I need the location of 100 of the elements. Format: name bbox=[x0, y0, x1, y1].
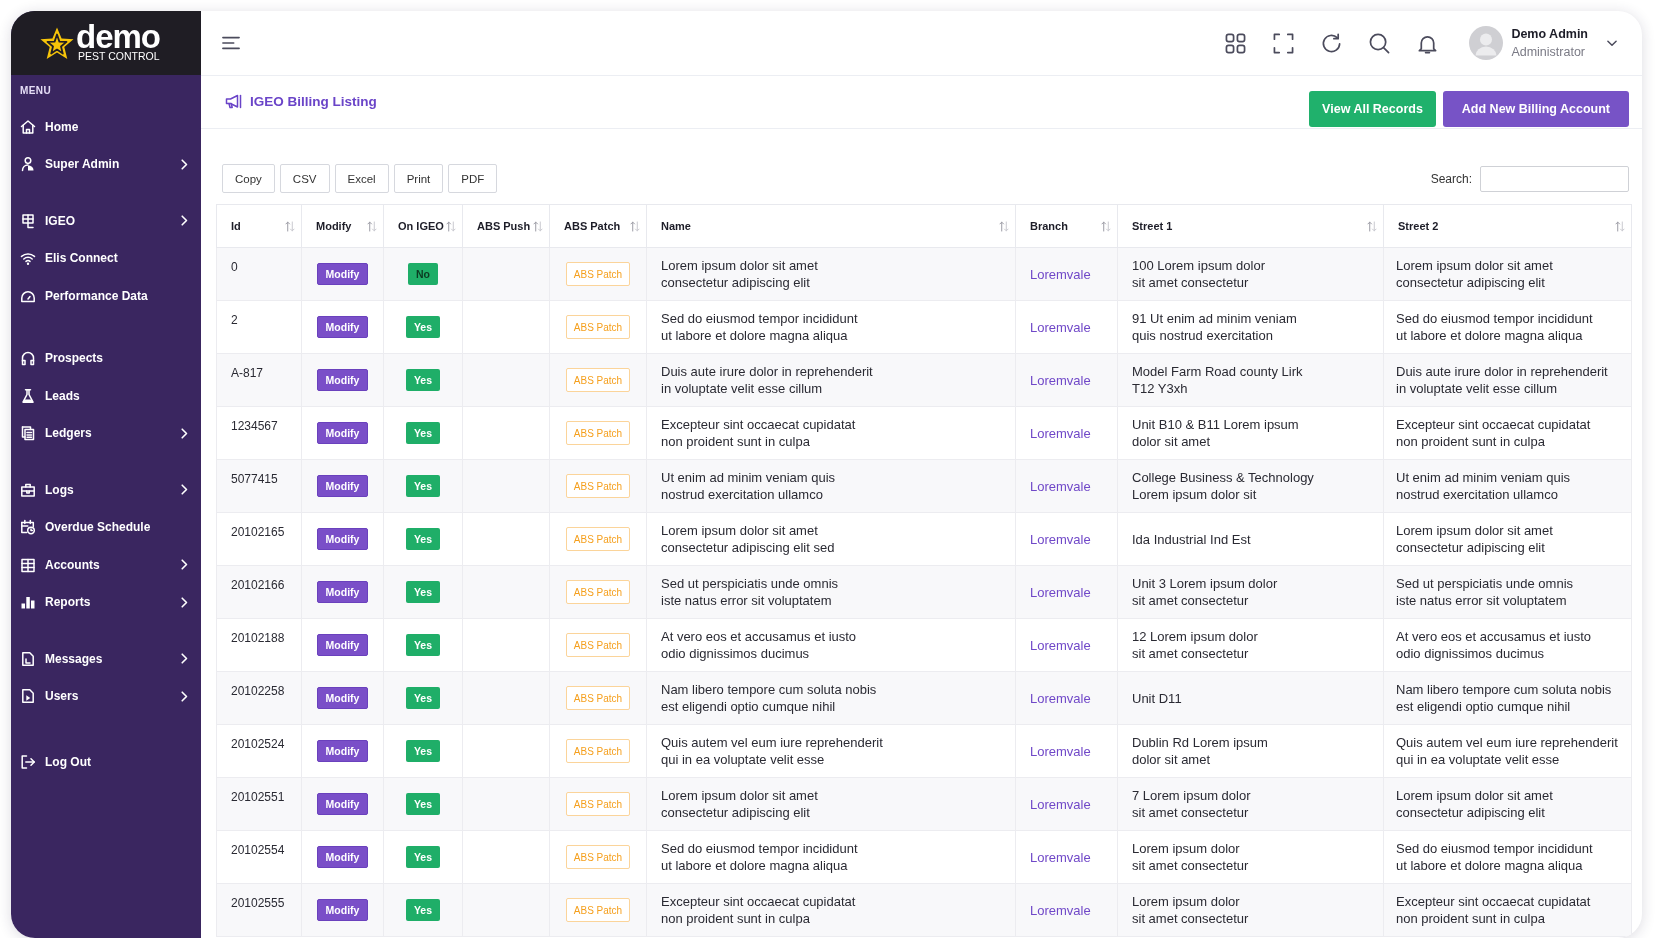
nav-item[interactable]: Elis Connect bbox=[11, 239, 201, 277]
export-button[interactable]: Copy bbox=[222, 164, 275, 193]
street-address: Model Farm Road county Lirk T12 Y3xh bbox=[1132, 363, 1303, 397]
nav-item[interactable]: IGEO bbox=[11, 202, 201, 240]
branch-link[interactable]: Loremvale bbox=[1030, 319, 1091, 335]
export-button[interactable]: PDF bbox=[448, 164, 498, 193]
sort-icon[interactable] bbox=[446, 220, 456, 232]
record-id: 20102258 bbox=[231, 684, 285, 699]
headphones-icon bbox=[20, 350, 36, 367]
chevron-right-icon bbox=[181, 158, 188, 170]
apps-grid-icon[interactable] bbox=[1225, 32, 1247, 54]
calendar-clock-icon bbox=[20, 519, 36, 536]
modify-button[interactable]: Modify bbox=[316, 263, 369, 285]
sort-icon[interactable] bbox=[630, 220, 640, 232]
export-button[interactable]: CSV bbox=[279, 164, 330, 193]
user-avatar[interactable] bbox=[1469, 26, 1504, 60]
street-address: Quis autem vel eum iure reprehenderit qui in ea voluptate velit esse bbox=[1396, 734, 1618, 768]
modify-button[interactable]: Modify bbox=[316, 634, 369, 656]
nav-item[interactable]: Users bbox=[11, 677, 201, 715]
chevron-right-icon bbox=[181, 484, 188, 496]
modify-button[interactable]: Modify bbox=[316, 899, 369, 921]
sort-icon[interactable] bbox=[999, 220, 1009, 232]
modify-button[interactable]: Modify bbox=[316, 369, 369, 391]
branch-link[interactable]: Loremvale bbox=[1030, 372, 1091, 388]
nav-item[interactable]: Super Admin bbox=[11, 145, 201, 183]
chevron-right-icon bbox=[181, 427, 188, 439]
igeo-status-badge: Yes bbox=[405, 316, 441, 338]
user-role: Administrator bbox=[1511, 44, 1586, 60]
sort-icon[interactable] bbox=[1367, 220, 1377, 232]
igeo-status-badge: Yes bbox=[405, 475, 441, 497]
table-icon bbox=[20, 556, 36, 573]
branch-link[interactable]: Loremvale bbox=[1030, 531, 1091, 547]
export-button[interactable]: Print bbox=[393, 164, 444, 193]
action-button[interactable]: Add New Billing Account bbox=[1442, 91, 1629, 127]
modify-button[interactable]: Modify bbox=[316, 793, 369, 815]
branch-link[interactable]: Loremvale bbox=[1030, 743, 1091, 759]
nav-item[interactable]: Ledgers bbox=[11, 414, 201, 452]
sort-icon[interactable] bbox=[1615, 220, 1625, 232]
wifi-icon bbox=[20, 250, 36, 267]
page-title: IGEO Billing Listing bbox=[250, 93, 377, 109]
modify-button[interactable]: Modify bbox=[316, 581, 369, 603]
branch-link[interactable]: Loremvale bbox=[1030, 478, 1091, 494]
nav-item[interactable]: Logs bbox=[11, 471, 201, 509]
sort-icon[interactable] bbox=[1101, 220, 1111, 232]
modify-button[interactable]: Modify bbox=[316, 316, 369, 338]
nav-item[interactable]: Leads bbox=[11, 377, 201, 415]
account-name: Duis aute irure dolor in reprehenderit in voluptate velit esse cillum bbox=[661, 363, 873, 397]
chevron-right-icon bbox=[181, 653, 188, 665]
brand-name: demo bbox=[76, 24, 160, 50]
menu-heading: MENU bbox=[19, 84, 53, 97]
igeo-status-badge: Yes bbox=[405, 899, 441, 921]
nav-item[interactable]: Prospects bbox=[11, 339, 201, 377]
account-name: Excepteur sint occaecat cupidatat non proident sunt in culpa bbox=[661, 893, 856, 927]
street-address: Nam libero tempore cum soluta nobis est eligendi optio cumque nihil bbox=[1396, 681, 1612, 715]
nav-item[interactable]: Messages bbox=[11, 640, 201, 678]
branch-link[interactable]: Loremvale bbox=[1030, 266, 1091, 282]
igeo-status-badge: Yes bbox=[405, 740, 441, 762]
street-address: Ut enim ad minim veniam quis nostrud exercitation ullamco bbox=[1396, 469, 1571, 503]
fullscreen-icon[interactable] bbox=[1273, 32, 1295, 54]
branch-link[interactable]: Loremvale bbox=[1030, 637, 1091, 653]
modify-button[interactable]: Modify bbox=[316, 528, 369, 550]
nav-item[interactable]: Performance Data bbox=[11, 277, 201, 315]
branch-link[interactable]: Loremvale bbox=[1030, 796, 1091, 812]
modify-button[interactable]: Modify bbox=[316, 687, 369, 709]
street-address: Lorem ipsum dolor sit amet consectetur bbox=[1132, 893, 1249, 927]
branch-link[interactable]: Loremvale bbox=[1030, 849, 1091, 865]
chevron-down-icon[interactable] bbox=[1607, 39, 1617, 47]
window-icon bbox=[20, 212, 36, 229]
chevron-right-icon bbox=[181, 690, 188, 702]
modify-button[interactable]: Modify bbox=[316, 846, 369, 868]
nav-item[interactable]: Home bbox=[11, 108, 201, 146]
nav-item[interactable]: Accounts bbox=[11, 546, 201, 584]
refresh-icon[interactable] bbox=[1321, 32, 1343, 54]
menu-icon[interactable] bbox=[222, 36, 240, 50]
sort-icon[interactable] bbox=[367, 220, 377, 232]
search-field[interactable] bbox=[1480, 165, 1629, 192]
chevron-right-icon bbox=[181, 596, 188, 608]
igeo-status-badge: Yes bbox=[405, 528, 441, 550]
sort-icon[interactable] bbox=[533, 220, 543, 232]
modify-button[interactable]: Modify bbox=[316, 740, 369, 762]
nav-item[interactable]: Reports bbox=[11, 583, 201, 621]
record-id: 20102551 bbox=[231, 790, 285, 805]
search-icon[interactable] bbox=[1369, 32, 1391, 54]
record-id: 20102554 bbox=[231, 843, 285, 858]
modify-button[interactable]: Modify bbox=[316, 475, 369, 497]
record-id: 20102555 bbox=[231, 896, 285, 911]
branch-link[interactable]: Loremvale bbox=[1030, 584, 1091, 600]
igeo-status-badge: Yes bbox=[405, 846, 441, 868]
nav-item[interactable]: Log Out bbox=[11, 743, 201, 781]
account-name: Ut enim ad minim veniam quis nostrud exercitation ullamco bbox=[661, 469, 836, 503]
branch-link[interactable]: Loremvale bbox=[1030, 902, 1091, 918]
sort-icon[interactable] bbox=[285, 220, 295, 232]
export-button[interactable]: Excel bbox=[334, 164, 389, 193]
documents-icon bbox=[20, 425, 36, 442]
branch-link[interactable]: Loremvale bbox=[1030, 425, 1091, 441]
account-name: Lorem ipsum dolor sit amet consectetur adipiscing elit sed bbox=[661, 522, 835, 556]
igeo-status-badge: Yes bbox=[405, 581, 441, 603]
nav-item[interactable]: Overdue Schedule bbox=[11, 508, 201, 546]
branch-link[interactable]: Loremvale bbox=[1030, 690, 1091, 706]
modify-button[interactable]: Modify bbox=[316, 422, 369, 444]
